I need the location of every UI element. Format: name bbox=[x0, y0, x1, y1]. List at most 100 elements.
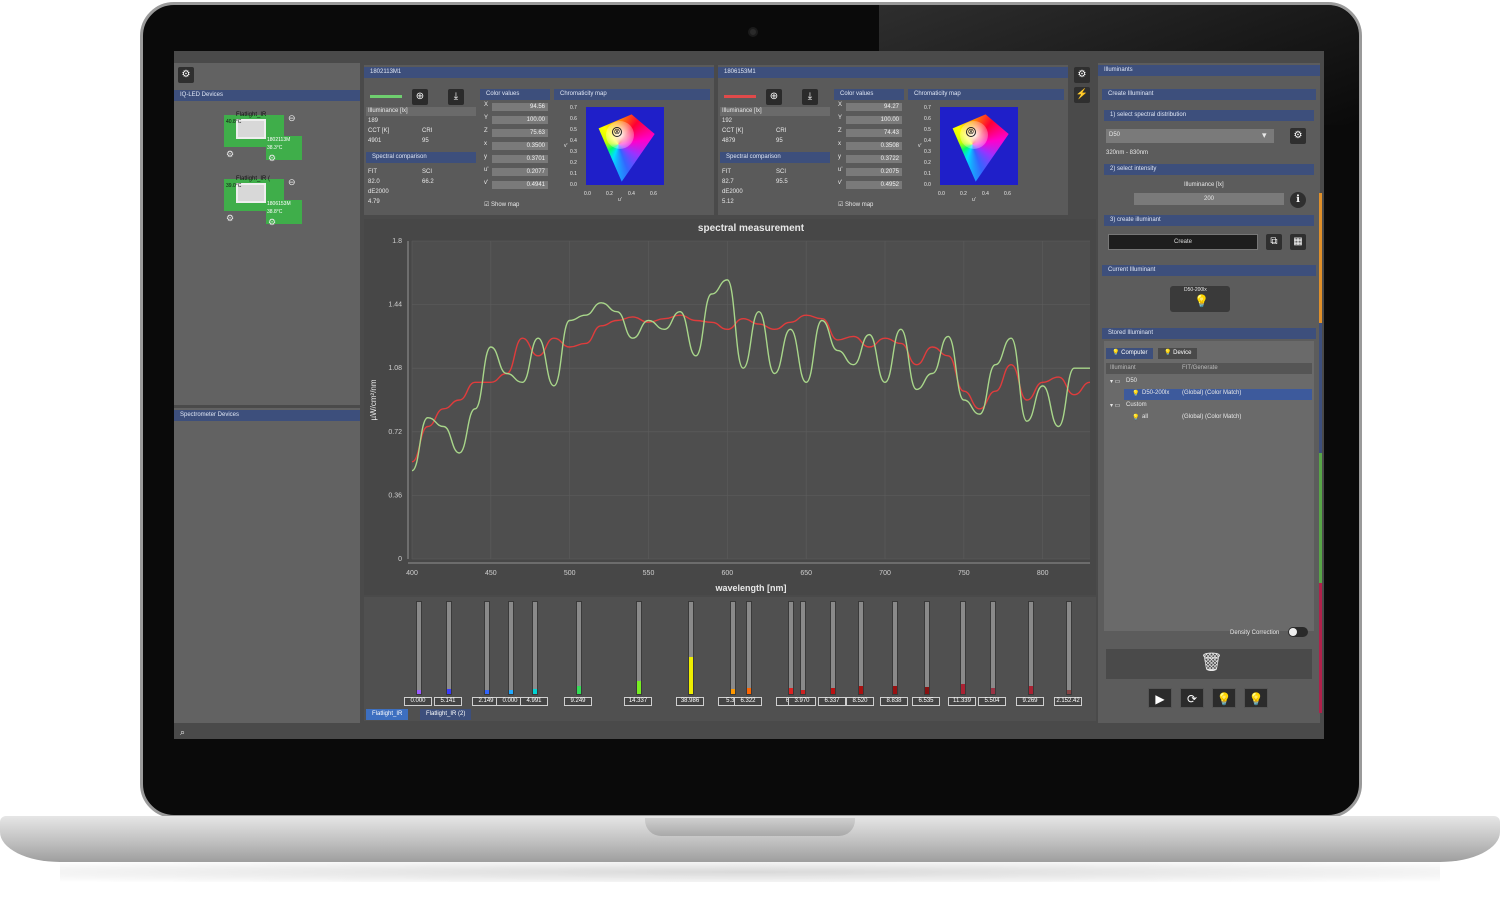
channel-value[interactable]: 5.504 bbox=[978, 697, 1006, 706]
color-key: x bbox=[484, 141, 487, 147]
device-gear-icon[interactable]: ⚙ bbox=[268, 217, 276, 228]
channel-bar[interactable] bbox=[892, 601, 898, 695]
channel-bar[interactable] bbox=[830, 601, 836, 695]
add-icon[interactable]: ⊕ bbox=[412, 89, 428, 105]
channel-bar[interactable] bbox=[446, 601, 452, 695]
settings-gear-icon[interactable]: ⚙ bbox=[1074, 67, 1090, 83]
color-value: 75.63 bbox=[492, 129, 548, 137]
refresh-icon[interactable]: ⟳ bbox=[1180, 688, 1204, 708]
device-gear-icon[interactable]: ⚙ bbox=[268, 153, 276, 164]
delete-area[interactable]: 🗑 bbox=[1106, 649, 1312, 679]
bulb-on-icon[interactable]: 💡 bbox=[1212, 688, 1236, 708]
chroma-x-label: u' bbox=[972, 197, 976, 203]
channel-value[interactable]: 3.970 bbox=[788, 697, 816, 706]
channel-bar[interactable] bbox=[858, 601, 864, 695]
device-card-1[interactable]: Flatlight_IR 40.8°C 1802113M 38.3°C ⊖ ⚙ … bbox=[224, 112, 302, 164]
tab-device[interactable]: 💡 Device bbox=[1158, 348, 1198, 359]
lightning-icon[interactable]: ⚡ bbox=[1074, 87, 1090, 103]
channel-bar[interactable] bbox=[1066, 601, 1072, 695]
channel-bar[interactable] bbox=[416, 601, 422, 695]
chroma-x-tick: 0.6 bbox=[1004, 191, 1011, 197]
target-marker-icon: ⊗ bbox=[966, 127, 976, 137]
device1-chroma-header: Chromaticity map bbox=[554, 89, 710, 100]
copy-icon[interactable]: ⧉ bbox=[1266, 234, 1282, 250]
col-fit: FIT/Generate bbox=[1182, 365, 1218, 371]
tree-item[interactable]: all bbox=[1142, 414, 1148, 420]
channel-value[interactable]: 2.152.42 bbox=[1054, 697, 1082, 706]
density-toggle[interactable] bbox=[1288, 627, 1308, 637]
channel-value[interactable]: 6.337 bbox=[818, 697, 846, 706]
device2-panel: 1806153M1 ⊕ ⤓ Illuminance [lx] 192 CCT [… bbox=[718, 65, 1068, 215]
distribution-select[interactable]: D50 ▾ bbox=[1106, 129, 1274, 143]
illuminance-input[interactable]: 200 bbox=[1134, 193, 1284, 205]
tree-item[interactable]: Custom bbox=[1126, 402, 1147, 408]
channel-value[interactable]: 5.141 bbox=[434, 697, 462, 706]
channel-tab[interactable]: Flatlight_IR bbox=[366, 709, 409, 720]
device-gear-icon[interactable]: ⚙ bbox=[226, 149, 234, 160]
channel-value[interactable]: 11.339 bbox=[948, 697, 976, 706]
device-card-2[interactable]: Flatlight_IR ( 39.0°C 1806153M 38.8°C ⊖ … bbox=[224, 176, 302, 228]
zoom-icon[interactable]: ⌕ bbox=[180, 727, 185, 738]
channel-bar-fill bbox=[831, 688, 835, 694]
channel-bar[interactable] bbox=[484, 601, 490, 695]
bulb-off-icon[interactable]: 💡 bbox=[1244, 688, 1268, 708]
channel-value[interactable]: 9.249 bbox=[564, 697, 592, 706]
channel-tab[interactable]: Flatlight_IR (2) bbox=[420, 709, 472, 720]
add-icon[interactable]: ⊕ bbox=[766, 89, 782, 105]
channel-bar[interactable] bbox=[508, 601, 514, 695]
channel-value[interactable]: 6.322 bbox=[734, 697, 762, 706]
channel-bar[interactable] bbox=[746, 601, 752, 695]
remove-device-icon[interactable]: ⊖ bbox=[288, 113, 296, 124]
device-name: Flatlight_IR ( bbox=[236, 176, 271, 182]
channel-bar[interactable] bbox=[576, 601, 582, 695]
grid-icon[interactable]: ▦ bbox=[1290, 234, 1306, 250]
channel-value[interactable]: 6.535 bbox=[912, 697, 940, 706]
create-button[interactable]: Create bbox=[1108, 234, 1258, 250]
download-icon[interactable]: ⤓ bbox=[802, 89, 818, 105]
tree-item[interactable]: D50 bbox=[1126, 378, 1137, 384]
device2-show-map[interactable]: ☑ Show map bbox=[838, 201, 873, 208]
y-tick-label: 1.08 bbox=[388, 365, 402, 372]
device1-spectral-header: Spectral comparison bbox=[366, 152, 476, 163]
device-gear-icon[interactable]: ⚙ bbox=[226, 213, 234, 224]
device1-show-map[interactable]: ☑ Show map bbox=[484, 201, 519, 208]
remove-device-icon[interactable]: ⊖ bbox=[288, 177, 296, 188]
chroma-x-tick: 0.4 bbox=[982, 191, 989, 197]
channel-value[interactable]: 38.986 bbox=[676, 697, 704, 706]
channel-value[interactable]: 4.991 bbox=[520, 697, 548, 706]
color-value: 0.2075 bbox=[846, 168, 902, 176]
device1-sci-label: SCI bbox=[422, 169, 433, 175]
channel-bar[interactable] bbox=[990, 601, 996, 695]
channel-value[interactable]: 14.337 bbox=[624, 697, 652, 706]
download-icon[interactable]: ⤓ bbox=[448, 89, 464, 105]
channel-bar[interactable] bbox=[788, 601, 794, 695]
channel-bar[interactable] bbox=[1028, 601, 1034, 695]
channel-bar[interactable] bbox=[960, 601, 966, 695]
distribution-settings-gear-icon[interactable]: ⚙ bbox=[1290, 128, 1306, 144]
channel-bar[interactable] bbox=[924, 601, 930, 695]
channel-value[interactable]: 9.269 bbox=[1016, 697, 1044, 706]
channel-value[interactable]: 8.520 bbox=[846, 697, 874, 706]
channel-bar[interactable] bbox=[800, 601, 806, 695]
current-illuminant-tile[interactable]: D50-200lx 💡 bbox=[1170, 286, 1230, 312]
channel-bar[interactable] bbox=[532, 601, 538, 695]
color-value: 100.00 bbox=[492, 116, 548, 124]
channel-bar[interactable] bbox=[636, 601, 642, 695]
channel-value[interactable]: 0.000 bbox=[404, 697, 432, 706]
channel-value[interactable]: 8.838 bbox=[880, 697, 908, 706]
info-icon[interactable]: ℹ bbox=[1290, 192, 1306, 208]
channel-bar-fill bbox=[637, 680, 641, 694]
color-key: Y bbox=[484, 115, 489, 121]
tab-computer[interactable]: 💡 Computer bbox=[1106, 348, 1154, 359]
tree-item[interactable]: D50-200lx bbox=[1142, 390, 1169, 396]
device2-fit: 82.7 bbox=[722, 179, 734, 185]
device1-cct: 4901 bbox=[368, 138, 382, 144]
channel-bar-fill bbox=[689, 657, 693, 694]
color-value: 94.56 bbox=[492, 103, 548, 111]
channel-bar[interactable] bbox=[688, 601, 694, 695]
play-icon[interactable]: ▶ bbox=[1148, 688, 1172, 708]
device2-de: 5.12 bbox=[722, 199, 734, 205]
settings-gear-icon[interactable]: ⚙ bbox=[178, 67, 194, 83]
spectral-chart: 0 0.36 0.72 1.08 1.44 1.8 400 450 500 550 600 650 70… bbox=[369, 223, 1091, 593]
channel-bar[interactable] bbox=[730, 601, 736, 695]
